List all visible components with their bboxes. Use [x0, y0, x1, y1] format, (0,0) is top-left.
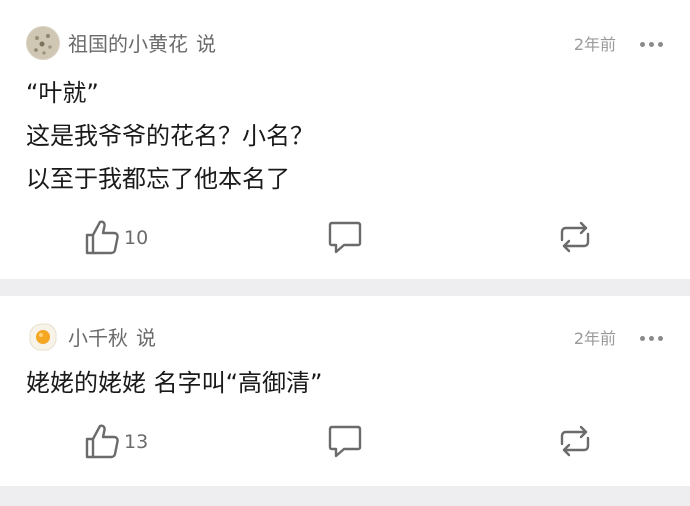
- comment-button[interactable]: [328, 422, 362, 462]
- comment-card: 祖国的小黄花说 2年前 “叶就” 这是我爷爷的花名？小名？ 以至于我都忘了他本名…: [0, 0, 690, 279]
- comment-button[interactable]: [328, 218, 362, 258]
- comment-line: 以至于我都忘了他本名了: [26, 165, 290, 193]
- repost-button[interactable]: [556, 218, 594, 258]
- comment-text: “叶就” 这是我爷爷的花名？小名？ 以至于我都忘了他本名了: [26, 72, 314, 201]
- like-count: 10: [124, 227, 149, 249]
- timestamp: 2年前: [573, 35, 616, 54]
- username-label[interactable]: 小千秋: [68, 326, 128, 350]
- more-dots-icon[interactable]: [640, 336, 664, 344]
- action-bar: 13: [0, 422, 690, 462]
- comment-text: 姥姥的姥姥 名字叫“高御清”: [26, 362, 323, 405]
- comment-line: “叶就”: [26, 79, 99, 107]
- comment-line: 这是我爷爷的花名？小名？: [26, 122, 314, 150]
- repost-icon: [560, 221, 590, 253]
- username-label[interactable]: 祖国的小黄花: [68, 32, 188, 56]
- comment-line: 姥姥的姥姥 名字叫“高御清”: [26, 369, 323, 397]
- like-count: 13: [124, 431, 149, 453]
- action-bar: 10: [0, 218, 690, 258]
- comment-bubble-icon: [328, 425, 362, 458]
- comment-bubble-icon: [328, 221, 362, 254]
- repost-button[interactable]: [556, 422, 594, 462]
- flower-avatar-icon[interactable]: [26, 26, 60, 60]
- comment-card: 小千秋说 2年前 姥姥的姥姥 名字叫“高御清” 13: [0, 296, 690, 486]
- thumbs-up-icon: [85, 220, 119, 255]
- said-label: 说: [196, 32, 216, 56]
- username[interactable]: 小千秋说: [68, 326, 156, 350]
- said-label: 说: [136, 326, 156, 350]
- more-dots-icon[interactable]: [640, 42, 664, 50]
- repost-icon: [560, 425, 590, 457]
- timestamp: 2年前: [573, 329, 616, 348]
- username[interactable]: 祖国的小黄花说: [68, 32, 216, 56]
- thumbs-up-icon: [85, 424, 119, 459]
- fried-egg-avatar-icon[interactable]: [26, 320, 60, 354]
